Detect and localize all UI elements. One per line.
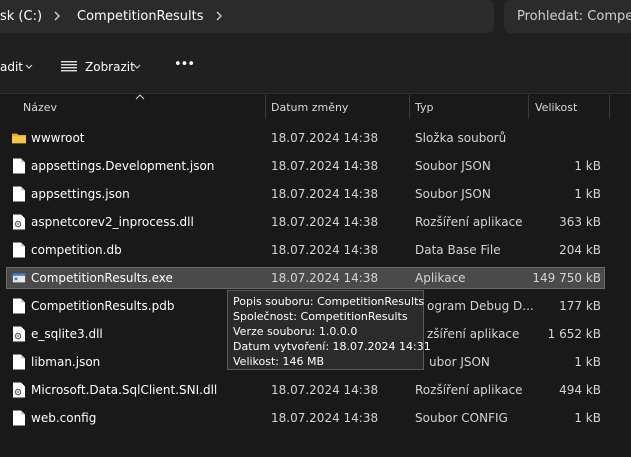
- file-name: Microsoft.Data.SqlClient.SNI.dll: [31, 383, 218, 397]
- chevron-right-icon[interactable]: [50, 8, 64, 24]
- breadcrumb[interactable]: sk (C:) CompetitionResults: [0, 0, 494, 33]
- column-header-row: Název Datum změny Typ Velikost: [0, 94, 631, 119]
- file-type: Soubor JSON: [415, 159, 491, 173]
- address-bar: sk (C:) CompetitionResults Prohledat: Co…: [0, 0, 631, 35]
- file-type: Rozšíření aplikace: [415, 215, 523, 229]
- table-row[interactable]: web.config 18.07.2024 14:38 Soubor CONFI…: [6, 407, 605, 429]
- column-divider[interactable]: [528, 95, 529, 119]
- file-name: CompetitionResults.pdb: [31, 299, 175, 313]
- breadcrumb-drive[interactable]: sk (C:): [0, 9, 42, 24]
- column-type[interactable]: Typ: [415, 101, 434, 114]
- file-date: 18.07.2024 14:38: [271, 159, 379, 173]
- file-name: competition.db: [31, 243, 122, 257]
- column-divider[interactable]: [265, 95, 266, 119]
- command-bar: adit Zobrazit •••: [0, 35, 631, 94]
- folder-icon: [12, 133, 26, 144]
- file-icon: [13, 186, 25, 202]
- column-name[interactable]: Název: [23, 101, 57, 114]
- file-type: ogram Debug D...: [427, 299, 534, 313]
- dll-file-icon: [13, 214, 25, 230]
- table-row[interactable]: appsettings.Development.json 18.07.2024 …: [6, 155, 605, 177]
- tooltip-created: Datum vytvoření: 18.07.2024 14:31: [233, 340, 431, 353]
- file-date: 18.07.2024 14:38: [271, 411, 379, 425]
- file-size: 204 kB: [559, 243, 601, 257]
- file-name: appsettings.Development.json: [31, 159, 215, 173]
- file-type: Aplikace: [415, 271, 466, 285]
- column-divider[interactable]: [609, 95, 610, 119]
- chevron-right-icon[interactable]: [212, 8, 226, 24]
- file-date: 18.07.2024 14:38: [271, 383, 379, 397]
- file-date: 18.07.2024 14:38: [271, 243, 379, 257]
- file-name: web.config: [31, 411, 97, 425]
- table-row[interactable]: appsettings.json 18.07.2024 14:38 Soubor…: [6, 183, 605, 205]
- tooltip-description: Popis souboru: CompetitionResults: [233, 295, 425, 308]
- table-row[interactable]: Microsoft.Data.SqlClient.SNI.dll 18.07.2…: [6, 379, 605, 401]
- file-icon: [13, 298, 25, 314]
- table-row-selected[interactable]: CompetitionResults.exe 18.07.2024 14:38 …: [6, 267, 605, 289]
- column-size[interactable]: Velikost: [535, 101, 577, 114]
- column-date[interactable]: Datum změny: [271, 101, 348, 114]
- file-date: 18.07.2024 14:38: [271, 187, 379, 201]
- exe-app-icon: [12, 273, 26, 283]
- file-icon: [13, 158, 25, 174]
- sort-ascending-icon: [135, 94, 145, 100]
- file-type: Rozšíření aplikace: [415, 383, 523, 397]
- tooltip-company: Společnost: CompetitionResults: [233, 310, 408, 323]
- file-size: 1 652 kB: [547, 327, 601, 341]
- view-list-icon[interactable]: [61, 60, 77, 72]
- breadcrumb-folder[interactable]: CompetitionResults: [77, 9, 204, 24]
- view-button[interactable]: Zobrazit: [85, 60, 135, 74]
- file-name: CompetitionResults.exe: [31, 271, 173, 285]
- file-size: 363 kB: [559, 215, 601, 229]
- file-icon: [13, 354, 25, 370]
- file-icon: [13, 410, 25, 426]
- tooltip-size: Velikost: 146 MB: [233, 355, 325, 368]
- file-name: appsettings.json: [31, 187, 130, 201]
- file-type: Soubor JSON: [415, 187, 491, 201]
- file-size: 1 kB: [574, 159, 601, 173]
- table-row[interactable]: competition.db 18.07.2024 14:38 Data Bas…: [6, 239, 605, 261]
- file-size: 177 kB: [559, 299, 601, 313]
- sort-button[interactable]: adit: [0, 60, 23, 74]
- file-info-tooltip: Popis souboru: CompetitionResults Společ…: [227, 290, 431, 370]
- file-name: e_sqlite3.dll: [31, 327, 103, 341]
- file-size: 1 kB: [574, 187, 601, 201]
- chevron-down-icon[interactable]: [132, 60, 142, 72]
- file-name: aspnetcorev2_inprocess.dll: [31, 215, 194, 229]
- dll-file-icon: [13, 326, 25, 342]
- table-row[interactable]: wwwroot 18.07.2024 14:38 Složka souborů: [6, 127, 605, 149]
- file-date: 18.07.2024 14:38: [271, 215, 379, 229]
- column-divider[interactable]: [409, 95, 410, 119]
- file-icon: [13, 242, 25, 258]
- file-size: 149 750 kB: [532, 271, 601, 285]
- file-type: Soubor CONFIG: [415, 411, 508, 425]
- file-size: 1 kB: [574, 355, 601, 369]
- file-date: 18.07.2024 14:38: [271, 271, 379, 285]
- search-box[interactable]: Prohledat: Compet: [504, 0, 631, 33]
- search-input[interactable]: Prohledat: Compet: [517, 9, 631, 24]
- file-type: Složka souborů: [415, 131, 507, 145]
- dll-file-icon: [13, 382, 25, 398]
- chevron-down-icon[interactable]: [24, 60, 34, 72]
- file-date: 18.07.2024 14:38: [271, 131, 379, 145]
- file-type: ubor JSON: [429, 355, 490, 369]
- table-row[interactable]: aspnetcorev2_inprocess.dll 18.07.2024 14…: [6, 211, 605, 233]
- file-name: wwwroot: [31, 131, 85, 145]
- file-size: 1 kB: [574, 411, 601, 425]
- file-type: Data Base File: [415, 243, 501, 257]
- tooltip-version: Verze souboru: 1.0.0.0: [233, 325, 358, 338]
- file-size: 494 kB: [559, 383, 601, 397]
- more-options-button[interactable]: •••: [174, 57, 195, 72]
- file-name: libman.json: [31, 355, 101, 369]
- file-type: zšíření aplikace: [427, 327, 520, 341]
